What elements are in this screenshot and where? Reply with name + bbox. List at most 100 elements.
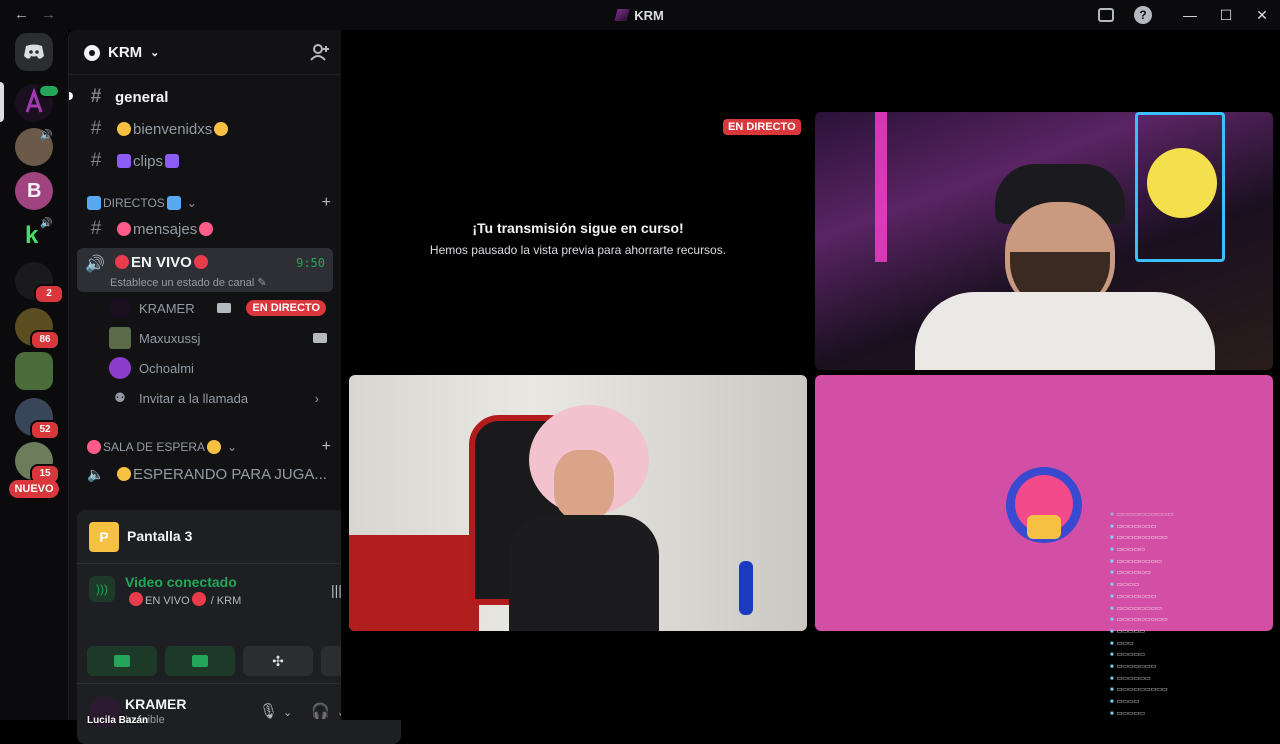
server-gear-icon (84, 44, 100, 61)
activity-button[interactable]: ✣ (243, 646, 313, 676)
channel-bienvenidxs[interactable]: # bienvenidxs (77, 114, 334, 144)
stop-screenshare-button[interactable] (165, 646, 235, 676)
add-channel-icon[interactable]: + (322, 438, 331, 456)
server-logo-icon (614, 9, 630, 21)
screenshare-icon (192, 655, 208, 667)
server-game[interactable] (15, 352, 53, 390)
live-badge: EN DIRECTO (246, 300, 326, 316)
pencil-icon: ✎ (257, 277, 267, 289)
voice-user-name: Ochoalmi (139, 360, 194, 376)
chat-line: ■ ▭▭▭▭▭▭▭▭ (1110, 605, 1162, 612)
new-servers-indicator[interactable]: NUEVO (9, 480, 59, 498)
add-channel-icon[interactable]: + (322, 194, 331, 212)
channel-label: mensajes (133, 220, 198, 238)
hashtag-icon: # (90, 86, 102, 107)
add-member-icon[interactable] (310, 43, 330, 61)
server-badge: 52 (30, 420, 60, 440)
username[interactable]: KRAMER (125, 696, 186, 712)
signal-icon[interactable]: ))) (89, 576, 115, 602)
help-icon[interactable]: ? (1134, 6, 1152, 24)
emoji-icon (117, 122, 131, 136)
category-label: SALA DE ESPERA (103, 440, 206, 454)
server-badge: 2 (34, 284, 64, 304)
chat-line: ■ ▭▭▭▭▭▭ (1110, 570, 1151, 577)
camera-button[interactable] (87, 646, 157, 676)
chat-line: ■ ▭▭▭▭▭▭▭▭▭ (1110, 687, 1168, 694)
video-tile-kramer[interactable] (815, 112, 1273, 370)
voice-user-maxuxussj[interactable]: Maxuxussj (109, 325, 329, 351)
voice-channel-esperando[interactable]: 🔈 ESPERANDO PARA JUGA... (77, 459, 334, 489)
chat-line: ■ ▭▭▭▭▭▭▭▭ (1110, 558, 1162, 565)
voice-channel-en-vivo[interactable]: 🔊 EN VIVO 9:50 Establece un estado de ca… (77, 248, 333, 292)
hashtag-icon: # (90, 118, 102, 139)
channel-label: bienvenidxs (133, 120, 213, 138)
emoji-icon (214, 122, 229, 136)
chevron-down-icon[interactable]: ⌄ (283, 706, 292, 719)
chat-line: ■ ▭▭▭ (1110, 640, 1134, 647)
channel-label: clips (133, 152, 164, 170)
chat-line: ■ ▭▭▭▭▭▭▭ (1110, 523, 1157, 530)
speaker-icon: 🔊 (85, 256, 105, 273)
voice-status[interactable]: Video conectado (125, 574, 237, 590)
window-title: KRM (0, 8, 1280, 23)
chevron-down-icon: ⌄ (227, 440, 238, 454)
video-tile-maxuxussj[interactable] (349, 375, 807, 631)
live-badge: EN DIRECTO (723, 119, 801, 135)
server-list: 🔊 B k 🔊 2 86 52 15 NUEVO (0, 30, 68, 720)
channel-clips[interactable]: # clips (77, 146, 334, 176)
channel-mensajes[interactable]: # mensajes (77, 214, 334, 244)
voice-user-kramer[interactable]: KRAMER EN DIRECTO (109, 295, 329, 321)
chat-line: ■ ▭▭▭▭▭▭▭ (1110, 593, 1157, 600)
discord-home-icon[interactable] (15, 33, 53, 71)
server-b[interactable]: B (15, 172, 53, 210)
microphone-icon[interactable]: 🎙 (259, 702, 278, 720)
category-sala-de-espera[interactable]: SALA DE ESPERA ⌄ + (85, 438, 333, 456)
hashtag-icon: # (90, 150, 102, 171)
camera-icon (313, 333, 327, 343)
voice-timer: 9:50 (296, 256, 325, 270)
selected-server-pill (0, 82, 4, 122)
maximize-button[interactable]: ☐ (1208, 7, 1244, 24)
activity-icon: ✣ (272, 652, 284, 669)
camera-icon (114, 655, 130, 667)
emoji-icon (117, 467, 131, 481)
bottle (739, 561, 753, 615)
chevron-down-icon: ⌄ (150, 47, 160, 59)
clapper-emoji-icon (117, 154, 131, 168)
inbox-icon[interactable] (1098, 8, 1114, 22)
voice-channel-link[interactable]: EN VIVO / KRM (127, 592, 241, 607)
paused-stream-tile[interactable]: ¡Tu transmisión sigue en curso! Hemos pa… (349, 112, 807, 370)
app-icon: P (89, 522, 119, 552)
chat-line: ■ ▭▭▭▭▭▭ (1110, 675, 1151, 682)
close-button[interactable]: ✕ (1244, 7, 1280, 24)
channel-general[interactable]: # general (69, 82, 334, 112)
chat-line: ■ ▭▭▭▭▭▭▭ (1110, 663, 1157, 670)
category-directos[interactable]: DIRECTOS ⌄ + (85, 194, 333, 212)
guild-header[interactable]: KRM ⌄ (69, 30, 342, 75)
person-add-icon: ⚉ (114, 390, 126, 405)
speaker-icon: 🔊 (40, 218, 53, 229)
headphones-icon[interactable]: 🎧 (311, 702, 330, 720)
minimize-button[interactable]: — (1172, 7, 1208, 23)
server-krm-voice-badge (38, 84, 60, 98)
invite-to-call[interactable]: ⚉ Invitar a la llamada › (109, 385, 329, 411)
emoji-icon (117, 222, 131, 236)
unread-indicator (69, 92, 73, 100)
emoji-icon (129, 592, 143, 606)
chevron-right-icon: › (314, 390, 319, 406)
emoji-icon (207, 440, 222, 454)
chevron-down-icon: ⌄ (186, 196, 197, 210)
hoodie (915, 292, 1215, 370)
speaker-icon: 🔊 (40, 130, 53, 141)
channel-label: ESPERANDO PARA JUGA... (133, 465, 327, 483)
chat-line: ■ ▭▭▭▭▭ (1110, 710, 1145, 717)
neon-sign (1147, 148, 1217, 218)
voice-user-ochoalmi[interactable]: Ochoalmi (109, 355, 329, 381)
avatar (109, 297, 131, 319)
guild-name: KRM (108, 44, 143, 61)
clapper-emoji-icon (165, 154, 180, 168)
emoji-icon (87, 196, 101, 210)
set-channel-status[interactable]: Establece un estado de canal ✎ (110, 276, 267, 289)
chat-line: ■ ▭▭▭▭▭ (1110, 628, 1145, 635)
paused-subtitle: Hemos pausado la vista previa para ahorr… (429, 243, 727, 257)
